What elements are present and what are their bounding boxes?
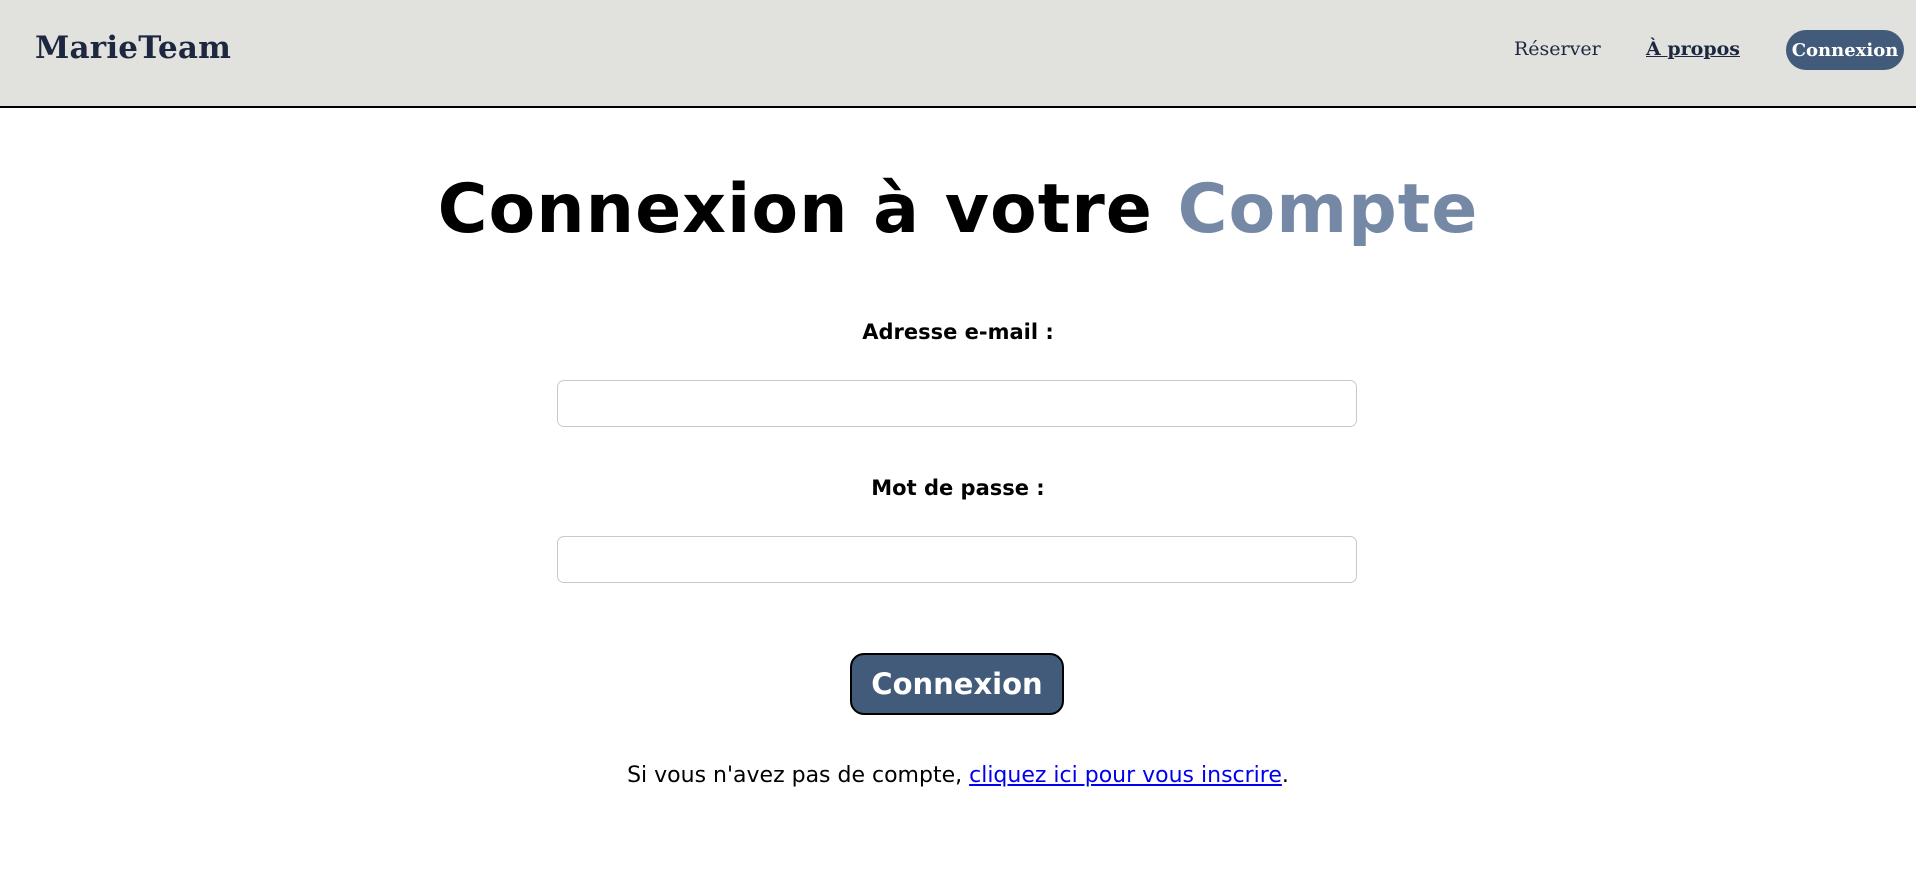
login-submit-button[interactable]: Connexion bbox=[850, 653, 1064, 715]
password-field[interactable] bbox=[557, 536, 1357, 583]
nav-link-reserver[interactable]: Réserver bbox=[1514, 38, 1601, 60]
site-logo[interactable]: MarieTeam bbox=[35, 30, 231, 66]
email-label: Adresse e-mail : bbox=[862, 320, 1054, 344]
nav-link-a-propos[interactable]: À propos bbox=[1646, 38, 1740, 60]
signup-prompt: Si vous n'avez pas de compte, cliquez ic… bbox=[0, 763, 1916, 788]
signup-prompt-suffix: . bbox=[1281, 763, 1289, 788]
signup-link[interactable]: cliquez ici pour vous inscrire bbox=[969, 763, 1282, 788]
page-title: Connexion à votre Compte bbox=[0, 170, 1916, 249]
signup-prompt-text: Si vous n'avez pas de compte, bbox=[627, 763, 970, 788]
password-label: Mot de passe : bbox=[871, 476, 1045, 500]
email-field[interactable] bbox=[557, 380, 1357, 427]
page-title-text: Connexion à votre bbox=[437, 170, 1178, 249]
nav-connexion-button[interactable]: Connexion bbox=[1786, 30, 1904, 70]
top-navigation-bar: MarieTeam Réserver À propos Connexion bbox=[0, 0, 1916, 108]
page-title-accent: Compte bbox=[1177, 170, 1479, 249]
